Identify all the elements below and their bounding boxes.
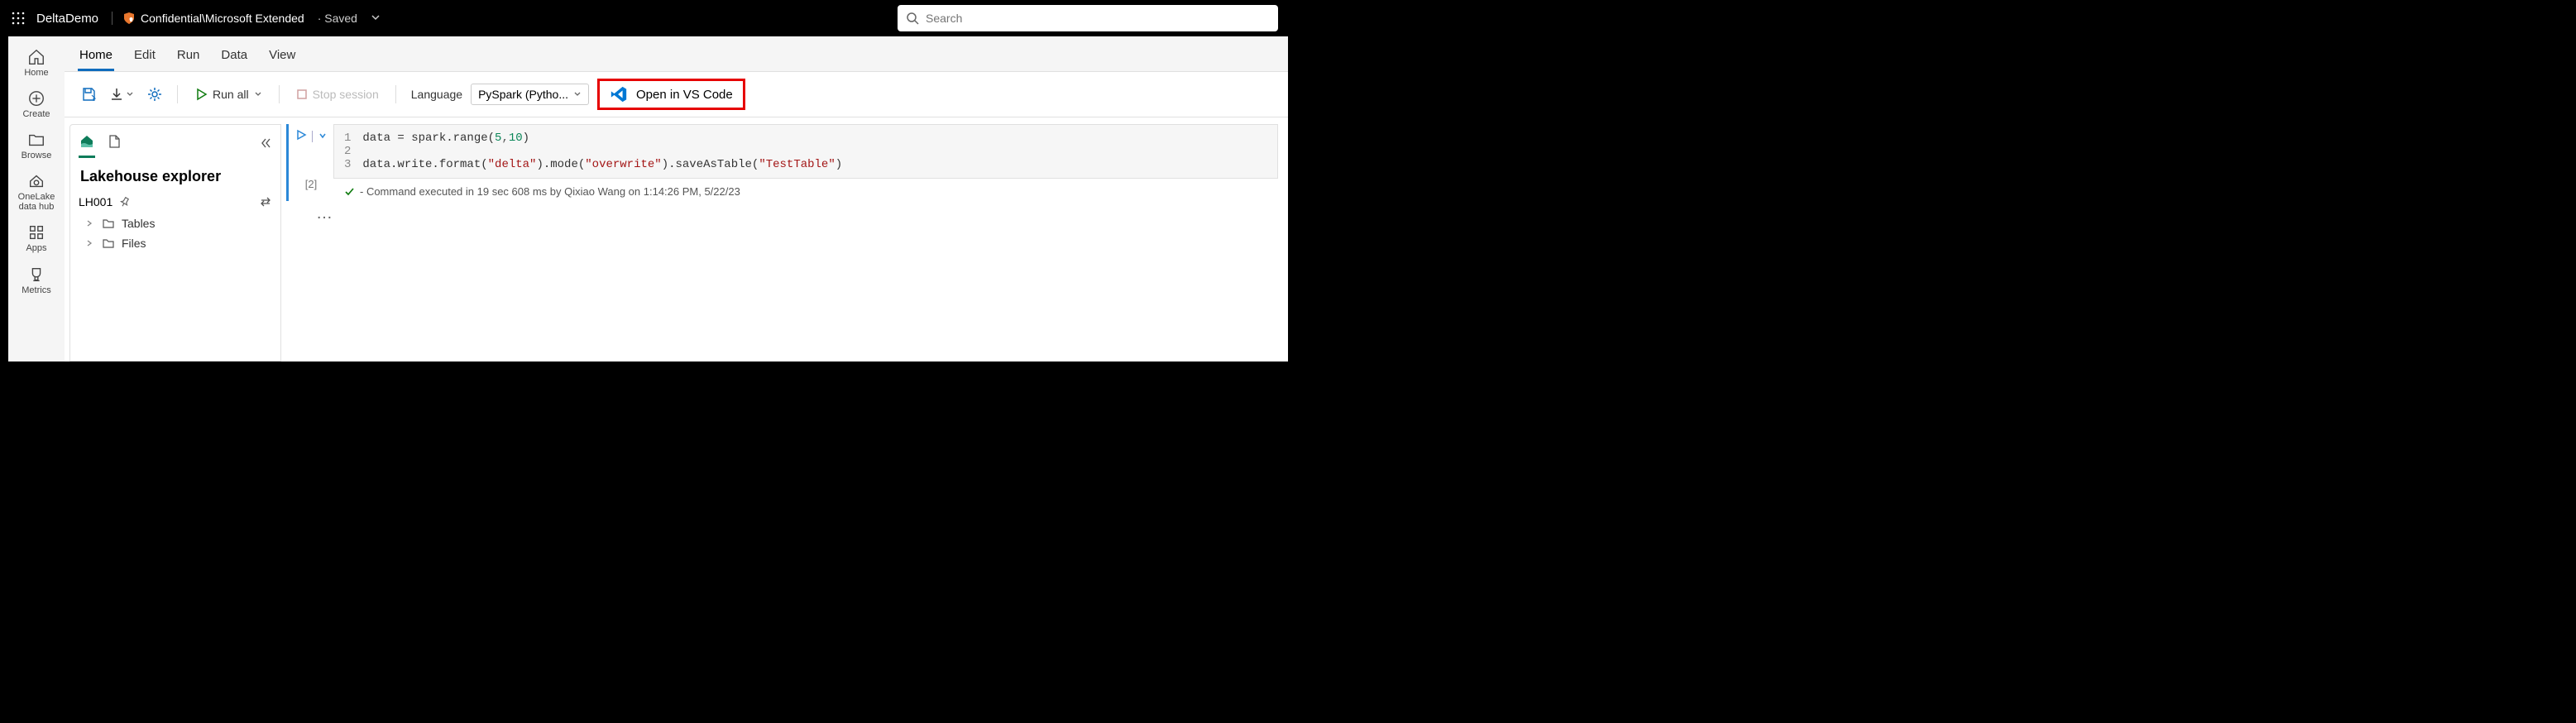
collapse-panel-button[interactable] <box>259 136 272 152</box>
lakehouse-icon <box>79 133 95 150</box>
run-all-label: Run all <box>213 88 249 101</box>
explorer-tab-files[interactable] <box>107 131 122 157</box>
chevron-right-icon <box>85 237 95 250</box>
explorer-panel: Lakehouse explorer LH001 Tables <box>69 124 281 362</box>
lakehouse-name: LH001 <box>79 195 113 208</box>
open-vscode-button[interactable]: Open in VS Code <box>597 79 745 110</box>
apps-icon <box>27 223 45 242</box>
lakehouse-row[interactable]: LH001 <box>70 190 280 213</box>
cell-more-button[interactable] <box>318 130 328 143</box>
trophy-icon <box>27 266 45 284</box>
cell-exec-count: [2] <box>305 178 317 190</box>
nav-home[interactable]: Home <box>12 43 61 83</box>
nav-browse[interactable]: Browse <box>12 126 61 165</box>
app-launcher-icon[interactable] <box>10 10 26 26</box>
open-vscode-label: Open in VS Code <box>636 88 733 102</box>
tree-item-files[interactable]: Files <box>70 233 280 253</box>
tab-home[interactable]: Home <box>78 43 114 71</box>
tree-item-label: Tables <box>122 217 155 230</box>
code-editor[interactable]: 1 2 3 data = spark.range(5,10) data.writ… <box>333 124 1278 179</box>
chevron-down-icon <box>254 90 262 98</box>
left-nav: Home Create Browse OneLake data hub Apps… <box>8 36 65 362</box>
pin-icon[interactable] <box>119 196 131 208</box>
toolbar: Run all Stop session Language PySpark (P… <box>65 72 1288 117</box>
nav-create-label: Create <box>22 109 50 119</box>
cell-run-button[interactable] <box>295 129 307 143</box>
sync-icon[interactable] <box>259 195 272 208</box>
vscode-icon <box>610 85 628 103</box>
search-box[interactable] <box>898 5 1278 31</box>
shield-icon <box>122 12 136 25</box>
download-button[interactable] <box>109 82 134 107</box>
plus-circle-icon <box>27 89 45 108</box>
language-label: Language <box>411 88 462 101</box>
classification-label: Confidential\Microsoft Extended <box>141 12 304 25</box>
folder-icon <box>27 131 45 149</box>
cell-status: - Command executed in 19 sec 608 ms by Q… <box>333 182 1278 201</box>
status-text: - Command executed in 19 sec 608 ms by Q… <box>360 185 740 198</box>
nav-apps[interactable]: Apps <box>12 218 61 258</box>
code-cell[interactable]: [2] 1 2 3 data = spark.range(5,10) data.… <box>286 124 1278 201</box>
add-cell-ellipsis[interactable]: … <box>281 204 1288 223</box>
classification-badge: Confidential\Microsoft Extended <box>112 12 304 25</box>
explorer-tab-lakehouse[interactable] <box>79 130 95 158</box>
nav-onelake[interactable]: OneLake data hub <box>12 167 61 217</box>
settings-button[interactable] <box>142 82 167 107</box>
nav-metrics-label: Metrics <box>22 285 50 295</box>
chevron-right-icon <box>85 217 95 230</box>
tab-edit[interactable]: Edit <box>132 43 157 71</box>
nav-metrics[interactable]: Metrics <box>12 261 61 300</box>
tab-run[interactable]: Run <box>175 43 202 71</box>
onelake-icon <box>27 172 45 190</box>
chevron-down-icon[interactable] <box>371 12 381 25</box>
tab-data[interactable]: Data <box>219 43 249 71</box>
workspace-name: DeltaDemo <box>36 12 98 26</box>
chevron-down-icon <box>573 90 582 98</box>
search-icon <box>906 12 919 25</box>
check-icon <box>343 186 355 198</box>
home-icon <box>27 48 45 66</box>
nav-apps-label: Apps <box>26 243 46 253</box>
nav-home-label: Home <box>24 68 48 78</box>
saved-status: · Saved <box>318 12 357 25</box>
play-icon <box>194 88 208 101</box>
nav-onelake-label: OneLake data hub <box>12 192 61 212</box>
tree-item-label: Files <box>122 237 146 250</box>
notebook-panel: [2] 1 2 3 data = spark.range(5,10) data.… <box>281 117 1288 362</box>
stop-session-button: Stop session <box>290 83 385 106</box>
stop-icon <box>296 89 308 100</box>
language-select[interactable]: PySpark (Pytho... <box>471 84 589 105</box>
stop-session-label: Stop session <box>313 88 379 101</box>
folder-icon <box>102 217 115 230</box>
folder-icon <box>102 237 115 250</box>
save-icon-button[interactable] <box>76 82 101 107</box>
tab-view[interactable]: View <box>267 43 297 71</box>
explorer-title: Lakehouse explorer <box>70 163 280 190</box>
file-icon <box>107 134 122 149</box>
language-value: PySpark (Pytho... <box>478 88 568 101</box>
tree-item-tables[interactable]: Tables <box>70 213 280 233</box>
nav-create[interactable]: Create <box>12 84 61 124</box>
tab-bar: Home Edit Run Data View <box>65 36 1288 72</box>
search-input[interactable] <box>926 12 1270 25</box>
nav-browse-label: Browse <box>22 151 52 160</box>
run-all-button[interactable]: Run all <box>188 83 269 106</box>
